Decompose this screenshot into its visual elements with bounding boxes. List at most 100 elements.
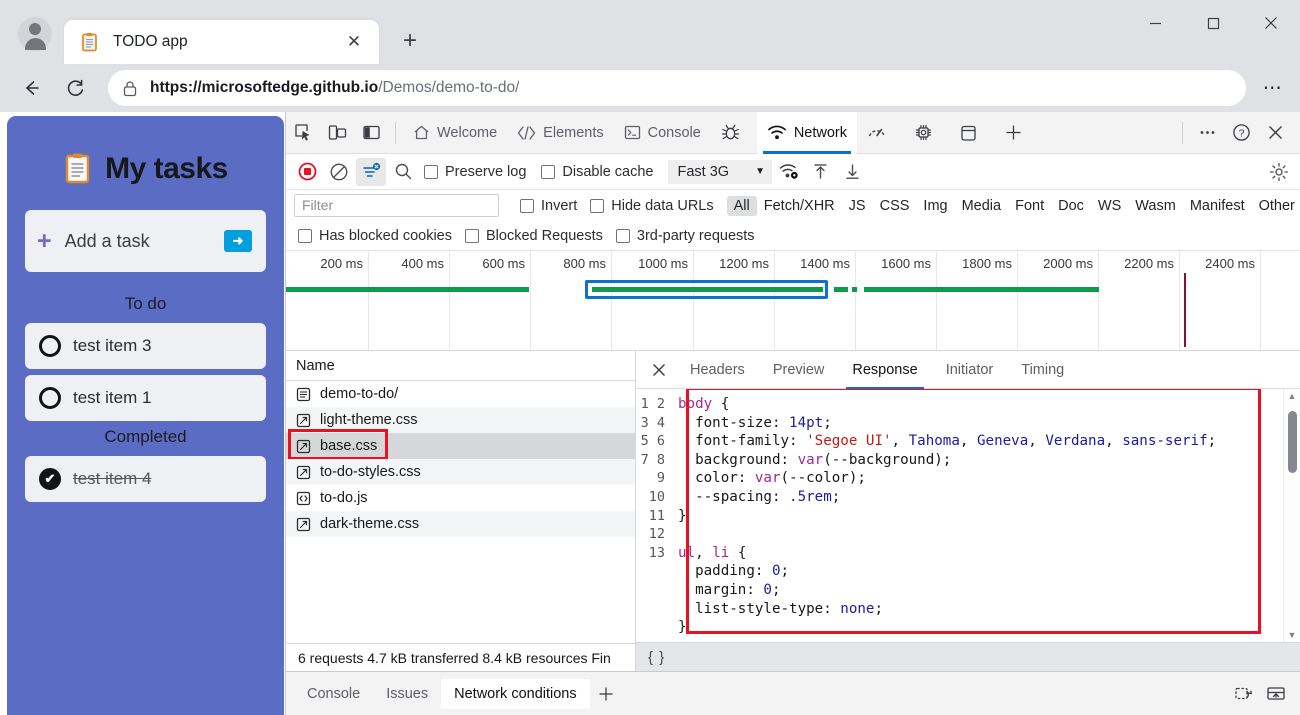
tab-headers[interactable]: Headers — [676, 351, 759, 389]
checkbox-checked-icon[interactable]: ✔ — [39, 468, 61, 490]
tab-network[interactable]: Network — [756, 111, 858, 154]
tab-elements[interactable]: Elements — [507, 112, 613, 154]
type-filter-wasm[interactable]: Wasm — [1128, 196, 1183, 216]
type-filter-other[interactable]: Other — [1252, 196, 1300, 216]
scrollbar-thumb[interactable] — [1287, 411, 1297, 473]
type-filter-img[interactable]: Img — [916, 196, 954, 216]
table-row[interactable]: demo-to-do/ — [286, 381, 635, 407]
restore-drawer-icon[interactable] — [1228, 679, 1260, 709]
add-task-input[interactable]: + Add a task ➜ — [25, 210, 266, 272]
scroll-up-icon[interactable]: ▲ — [1288, 391, 1297, 401]
profile-avatar[interactable] — [18, 17, 52, 51]
inspect-icon[interactable] — [286, 116, 320, 150]
add-drawer-tab-button[interactable] — [590, 679, 622, 709]
type-filter-ws[interactable]: WS — [1091, 196, 1128, 216]
close-window-icon[interactable] — [1242, 0, 1300, 46]
preserve-log-checkbox[interactable]: Preserve log — [424, 164, 526, 180]
search-icon[interactable] — [388, 158, 418, 186]
network-overview[interactable]: 200 ms 400 ms 600 ms 800 ms 1000 ms 1200… — [286, 251, 1300, 351]
add-task-placeholder: Add a task — [64, 230, 150, 251]
third-party-requests-checkbox[interactable]: 3rd-party requests — [615, 228, 755, 244]
more-options-icon[interactable] — [1190, 116, 1224, 150]
tab-preview[interactable]: Preview — [759, 351, 839, 389]
checkbox-icon[interactable] — [298, 228, 312, 243]
settings-gear-icon[interactable] — [1264, 158, 1294, 186]
drawer-tab-issues[interactable]: Issues — [373, 679, 441, 709]
checkbox-icon[interactable] — [541, 164, 556, 179]
checkbox-icon[interactable] — [520, 198, 534, 213]
import-har-icon[interactable] — [806, 158, 836, 186]
tab-performance[interactable] — [857, 112, 904, 154]
minimize-icon[interactable] — [1126, 0, 1184, 46]
type-filter-js[interactable]: JS — [842, 196, 873, 216]
type-filter-manifest[interactable]: Manifest — [1183, 196, 1252, 216]
table-row[interactable]: base.css — [286, 429, 635, 460]
checkbox-icon[interactable] — [590, 198, 605, 213]
blocked-requests-checkbox[interactable]: Blocked Requests — [465, 228, 603, 244]
browser-tab[interactable]: TODO app ✕ — [64, 20, 379, 64]
hide-data-urls-checkbox[interactable]: Hide data URLs — [590, 198, 714, 214]
close-devtools-icon[interactable] — [1258, 116, 1292, 150]
network-conditions-icon[interactable] — [774, 158, 804, 186]
record-icon[interactable] — [292, 158, 322, 186]
filter-input[interactable]: Filter — [294, 194, 499, 217]
filter-icon[interactable] — [356, 157, 386, 186]
tab-console[interactable]: Console — [614, 112, 711, 154]
help-icon[interactable]: ? — [1224, 116, 1258, 150]
drawer-tab-network-conditions[interactable]: Network conditions — [441, 678, 590, 709]
checkbox-icon[interactable] — [424, 164, 438, 179]
tab-timing[interactable]: Timing — [1007, 351, 1078, 389]
dock-side-icon[interactable] — [354, 116, 388, 150]
type-filter-media[interactable]: Media — [955, 196, 1009, 216]
scroll-down-icon[interactable]: ▼ — [1288, 630, 1297, 640]
checkbox-icon[interactable] — [615, 228, 630, 243]
type-filter-doc[interactable]: Doc — [1051, 196, 1091, 216]
load-event-line — [1184, 273, 1186, 347]
checkbox-icon[interactable] — [465, 228, 479, 243]
table-row[interactable]: dark-theme.css — [286, 511, 635, 537]
tab-initiator[interactable]: Initiator — [932, 351, 1008, 389]
address-bar[interactable]: https://microsoftedge.github.io/Demos/de… — [108, 70, 1246, 106]
invert-checkbox[interactable]: Invert — [520, 198, 577, 214]
dock-drawer-icon[interactable] — [1260, 679, 1292, 709]
table-row[interactable]: light-theme.css — [286, 407, 635, 433]
tab-debugger[interactable] — [711, 112, 757, 154]
checkbox-icon[interactable] — [39, 335, 61, 357]
checkbox-icon[interactable] — [39, 387, 61, 409]
checkbox-label: Preserve log — [445, 163, 527, 180]
close-detail-icon[interactable] — [642, 353, 676, 387]
add-panel-button[interactable] — [994, 112, 1033, 154]
task-item-completed[interactable]: ✔ test item 4 — [25, 456, 266, 502]
maximize-icon[interactable] — [1184, 0, 1242, 46]
type-filter-font[interactable]: Font — [1008, 196, 1051, 216]
response-scrollbar[interactable]: ▲ ▼ — [1283, 389, 1300, 642]
type-filter-all[interactable]: All — [726, 195, 757, 216]
table-row[interactable]: to-do-styles.css — [286, 459, 635, 485]
back-button[interactable] — [12, 69, 50, 107]
new-tab-button[interactable]: + — [393, 24, 427, 58]
has-blocked-cookies-checkbox[interactable]: Has blocked cookies — [298, 228, 452, 244]
tab-memory[interactable] — [904, 112, 950, 154]
response-body[interactable]: 1 2 3 4 5 6 7 8 9 10 11 12 13 body { fon… — [636, 389, 1300, 642]
clear-icon[interactable] — [324, 158, 354, 186]
throttling-select[interactable]: Fast 3G ▼ — [668, 159, 772, 184]
browser-more-icon[interactable]: ⋯ — [1256, 71, 1290, 105]
drawer-tab-console[interactable]: Console — [294, 679, 373, 709]
tab-application[interactable] — [950, 112, 994, 154]
table-row[interactable]: to-do.js — [286, 485, 635, 511]
tick-label: 1000 ms — [638, 256, 688, 271]
export-har-icon[interactable] — [838, 158, 868, 186]
close-icon[interactable]: ✕ — [341, 29, 367, 55]
type-filter-fetch-xhr[interactable]: Fetch/XHR — [757, 196, 842, 216]
column-header-name[interactable]: Name — [286, 351, 635, 381]
task-item[interactable]: test item 1 — [25, 375, 266, 421]
task-item[interactable]: test item 3 — [25, 323, 266, 369]
disable-cache-checkbox[interactable]: Disable cache — [541, 164, 653, 180]
submit-task-button[interactable]: ➜ — [224, 230, 252, 252]
pretty-print-button[interactable]: { } — [648, 649, 665, 666]
reload-button[interactable] — [56, 69, 94, 107]
tab-welcome[interactable]: Welcome — [403, 112, 507, 154]
type-filter-css[interactable]: CSS — [873, 196, 917, 216]
tab-response[interactable]: Response — [838, 351, 931, 389]
device-toolbar-icon[interactable] — [320, 116, 354, 150]
